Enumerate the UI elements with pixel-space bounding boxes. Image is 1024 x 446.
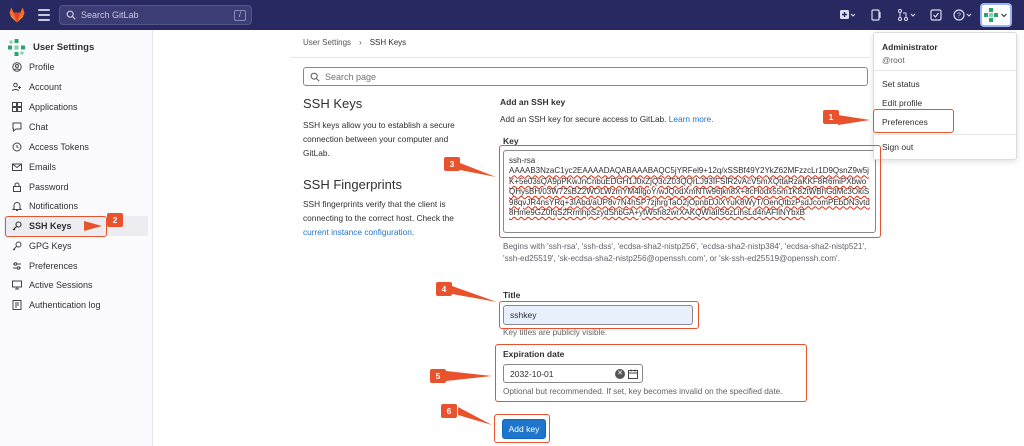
arrow-2-icon — [84, 221, 102, 231]
annotation-arrows — [84, 115, 870, 425]
arrow-1-icon — [838, 115, 870, 125]
arrow-6-icon — [458, 407, 492, 425]
arrow-3-icon — [460, 163, 496, 177]
annotation-badge: 4 — [436, 282, 452, 296]
arrow-5-icon — [446, 371, 492, 381]
annotation-badge: 1 — [823, 110, 839, 124]
annotation-badge: 5 — [430, 369, 446, 383]
arrow-4-icon — [452, 286, 497, 302]
annotation-badge: 6 — [441, 404, 457, 418]
annotation-badge: 3 — [444, 157, 460, 171]
annotation-badge: 2 — [107, 213, 123, 227]
